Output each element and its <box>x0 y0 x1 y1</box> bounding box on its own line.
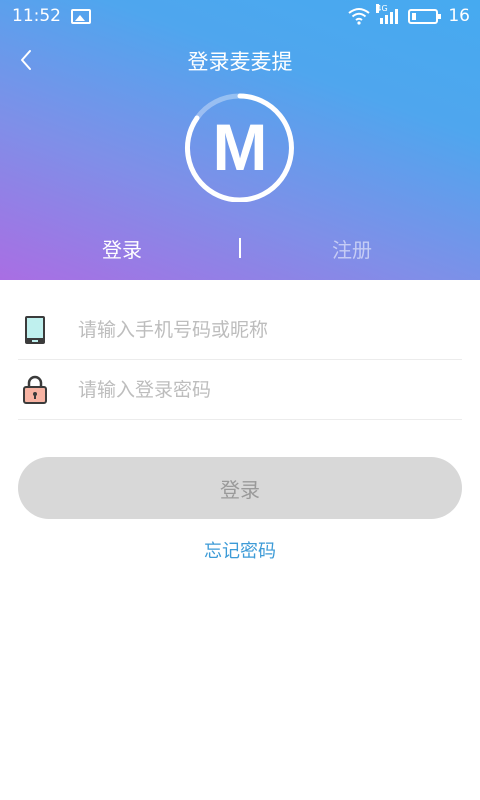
phone-input[interactable] <box>78 318 462 341</box>
battery-icon <box>408 8 442 24</box>
lock-icon <box>18 373 52 407</box>
password-input[interactable] <box>78 378 462 401</box>
status-time: 11:52 <box>12 6 61 26</box>
auth-tabs: 登录 注册 <box>0 228 480 268</box>
tab-divider <box>239 238 241 258</box>
status-left: 11:52 <box>12 6 91 26</box>
battery-percent: 16 <box>448 6 470 26</box>
logo-letter: M <box>213 110 268 184</box>
phone-field-row <box>18 300 462 360</box>
wifi-icon <box>348 8 370 25</box>
tab-login[interactable]: 登录 <box>102 234 142 263</box>
header-banner: 11:52 4G 16 登录麦麦提 M 登录 注册 <box>0 0 480 280</box>
forgot-password-row: 忘记密码 <box>0 537 480 563</box>
password-field-row <box>18 360 462 420</box>
tab-register[interactable]: 注册 <box>332 234 372 263</box>
gallery-icon <box>71 8 91 24</box>
app-logo: M <box>185 93 294 202</box>
status-bar: 11:52 4G 16 <box>0 0 480 32</box>
battery-level <box>412 12 417 20</box>
login-button[interactable]: 登录 <box>18 457 462 519</box>
cell-signal-icon: 4G <box>376 4 399 24</box>
page-title: 登录麦麦提 <box>187 50 293 74</box>
status-right: 4G 16 <box>348 4 470 26</box>
phone-icon <box>18 313 52 347</box>
login-form <box>18 300 462 420</box>
title-bar: 登录麦麦提 <box>0 40 480 80</box>
forgot-password-link[interactable]: 忘记密码 <box>204 541 276 562</box>
network-type: 4G <box>376 4 388 13</box>
